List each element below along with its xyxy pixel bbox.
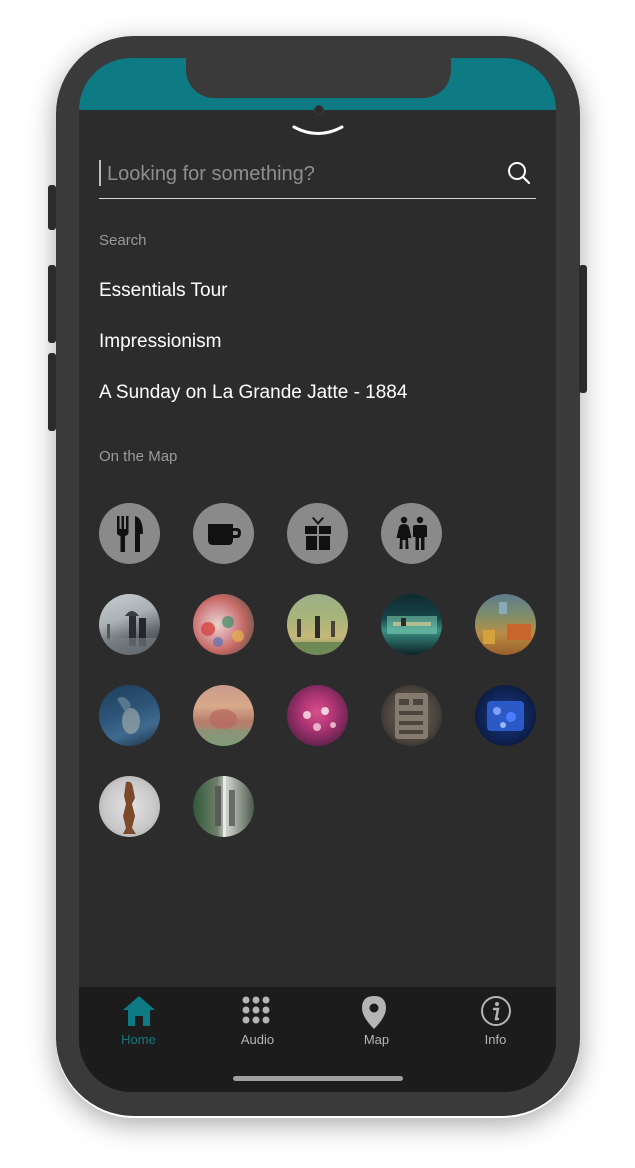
app-screen: Search Essentials Tour Impressionism A S… xyxy=(79,58,556,1092)
restrooms-icon xyxy=(396,516,427,550)
suggestion-item[interactable]: A Sunday on La Grande Jatte - 1884 xyxy=(99,382,407,404)
side-button-power xyxy=(579,265,587,393)
artwork-image xyxy=(487,701,524,731)
artwork-image xyxy=(303,707,336,731)
artwork-image xyxy=(387,616,437,634)
side-button-silent xyxy=(48,185,56,230)
chevron-down-icon[interactable] xyxy=(291,122,345,142)
search-icon[interactable] xyxy=(506,160,532,186)
restrooms-button[interactable] xyxy=(381,503,442,564)
search-bar xyxy=(99,152,536,199)
text-cursor xyxy=(99,160,101,186)
info-icon xyxy=(481,996,511,1026)
map-section-label: On the Map xyxy=(99,448,178,465)
artwork-thumbnail[interactable] xyxy=(381,594,442,655)
artwork-thumbnail[interactable] xyxy=(287,685,348,746)
artwork-thumbnail[interactable] xyxy=(99,776,160,837)
artwork-thumbnail[interactable] xyxy=(193,594,254,655)
home-indicator[interactable] xyxy=(233,1076,403,1081)
artwork-image xyxy=(123,781,136,834)
suggestion-item[interactable]: Essentials Tour xyxy=(99,280,228,302)
artwork-image xyxy=(99,611,160,655)
artwork-thumbnail[interactable] xyxy=(475,594,536,655)
coffee-icon xyxy=(207,523,241,545)
tab-label: Audio xyxy=(240,1032,275,1047)
artwork-thumbnail[interactable] xyxy=(99,594,160,655)
cafe-button[interactable] xyxy=(193,503,254,564)
artwork-thumbnail[interactable] xyxy=(287,594,348,655)
map-pin-icon xyxy=(362,996,386,1029)
tab-label: Info xyxy=(484,1032,507,1047)
map-items-grid xyxy=(99,503,539,853)
search-sheet: Search Essentials Tour Impressionism A S… xyxy=(79,105,556,1040)
artwork-image xyxy=(395,693,428,739)
artwork-image xyxy=(215,776,235,837)
side-button-volume-down xyxy=(48,353,56,431)
tab-map[interactable]: Map xyxy=(317,987,436,1057)
artwork-image xyxy=(117,697,140,734)
search-section-label: Search xyxy=(99,232,147,249)
gift-shop-button[interactable] xyxy=(287,503,348,564)
artwork-thumbnail[interactable] xyxy=(381,685,442,746)
artwork-image xyxy=(483,602,531,644)
artwork-image xyxy=(193,709,254,746)
suggestion-item[interactable]: Impressionism xyxy=(99,331,221,353)
artwork-thumbnail[interactable] xyxy=(193,685,254,746)
side-button-volume-up xyxy=(48,265,56,343)
tab-label: Home xyxy=(121,1032,156,1047)
artwork-thumbnail[interactable] xyxy=(193,776,254,837)
artwork-thumbnail[interactable] xyxy=(99,685,160,746)
gift-shop-icon xyxy=(304,516,331,550)
notch xyxy=(186,58,451,98)
search-input[interactable] xyxy=(105,158,499,190)
home-icon xyxy=(123,996,155,1026)
bottom-tab-bar: Home Audio Map Info xyxy=(79,987,556,1092)
keypad-icon xyxy=(242,996,270,1024)
tab-audio[interactable]: Audio xyxy=(198,987,317,1057)
tab-home[interactable]: Home xyxy=(79,987,198,1057)
tab-label: Map xyxy=(363,1032,390,1047)
restaurant-icon xyxy=(116,515,143,552)
artwork-image xyxy=(287,616,348,655)
artwork-image xyxy=(201,616,244,647)
restaurant-button[interactable] xyxy=(99,503,160,564)
artwork-thumbnail[interactable] xyxy=(475,685,536,746)
sheet-handle xyxy=(314,105,324,115)
tab-info[interactable]: Info xyxy=(436,987,555,1057)
